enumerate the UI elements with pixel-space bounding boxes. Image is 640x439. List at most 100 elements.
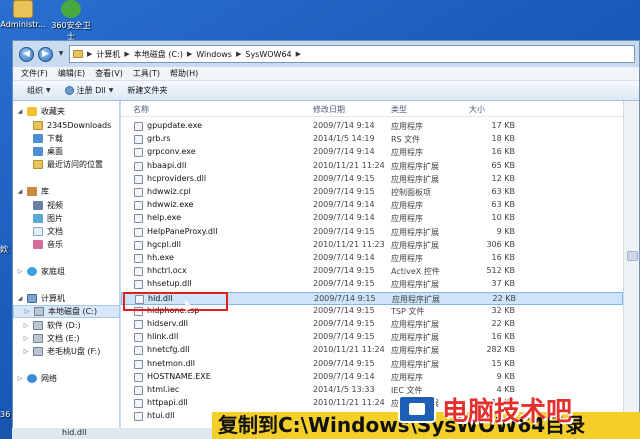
back-button[interactable]: ◀ (19, 46, 34, 62)
column-header-name[interactable]: 名称 (133, 104, 149, 115)
vertical-scrollbar[interactable] (623, 101, 639, 438)
file-name: hidserv.dll (147, 319, 188, 328)
file-row[interactable]: HelpPaneProxy.dll 2009/7/14 9:15 应用程序扩展 9 K… (121, 226, 623, 239)
menu-tools[interactable]: 工具(T) (133, 68, 160, 79)
nav-item-drive-c[interactable]: ▷ 本地磁盘 (C:) (13, 305, 120, 318)
file-name: gpupdate.exe (147, 121, 203, 130)
menu-view[interactable]: 查看(V) (95, 68, 123, 79)
file-date: 2010/11/21 11:23 (313, 239, 385, 249)
register-dll-button[interactable]: 注册 Dll ▼ (64, 85, 113, 96)
file-row[interactable]: hhctrl.ocx 2009/7/14 9:15 ActiveX 控件 512 KB (121, 265, 623, 278)
file-size: 306 KB (486, 239, 515, 249)
new-folder-button[interactable]: 新建文件夹 (127, 85, 167, 96)
address-bar[interactable]: ▶ 计算机 ▶ 本地磁盘 (C:) ▶ Windows ▶ SysWOW64 ▶ (69, 45, 635, 63)
file-date: 2009/7/14 9:15 (313, 358, 375, 368)
nav-item-drive-d[interactable]: ▷ 软件 (D:) (13, 319, 120, 332)
user-folder-icon (13, 0, 33, 18)
nav-item-drive-e[interactable]: ▷ 文档 (E:) (13, 332, 120, 345)
scrollbar-thumb[interactable] (627, 251, 638, 261)
nav-libraries[interactable]: ◢ 库 (13, 185, 120, 198)
file-row[interactable]: hidserv.dll 2009/7/14 9:15 应用程序扩展 22 KB (121, 318, 623, 331)
nav-item-desktop[interactable]: 桌面 (13, 145, 120, 158)
file-row[interactable]: hnetmon.dll 2009/7/14 9:15 应用程序扩展 15 KB (121, 358, 623, 371)
file-row[interactable]: grpconv.exe 2009/7/14 9:14 应用程序 16 KB (121, 146, 623, 159)
nav-network[interactable]: ▷ 网络 (13, 372, 120, 385)
file-size: 12 KB (491, 173, 515, 183)
menu-edit[interactable]: 编辑(E) (58, 68, 85, 79)
file-date: 2014/1/5 14:19 (313, 134, 375, 144)
menu-file[interactable]: 文件(F) (21, 68, 48, 79)
breadcrumb-computer[interactable]: 计算机 (96, 49, 120, 60)
nav-item-recent[interactable]: 最近访问的位置 (13, 158, 120, 171)
file-size: 22 KB (491, 319, 515, 328)
breadcrumb-windows[interactable]: Windows (196, 50, 232, 59)
nav-homegroup[interactable]: ▷ 家庭组 (13, 265, 120, 278)
expand-icon[interactable]: ▷ (17, 268, 23, 275)
nav-item-videos[interactable]: 视频 (13, 199, 120, 212)
file-date: 2009/7/14 9:15 (313, 173, 375, 183)
file-row[interactable]: hbaapi.dll 2010/11/21 11:24 应用程序扩展 65 KB (121, 160, 623, 173)
nav-computer[interactable]: ◢ 计算机 (13, 292, 120, 305)
nav-item-music[interactable]: 音乐 (13, 238, 120, 251)
desktop-icon-administrator[interactable]: Administr... (0, 0, 46, 29)
file-row[interactable]: grb.rs 2014/1/5 14:19 RS 文件 18 KB (121, 133, 623, 146)
menu-help[interactable]: 帮助(H) (170, 68, 198, 79)
nav-item-documents[interactable]: 文档 (13, 225, 120, 238)
file-row[interactable]: hcproviders.dll 2009/7/14 9:15 应用程序扩展 12 KB (121, 173, 623, 186)
expand-icon[interactable]: ◢ (17, 295, 23, 302)
nav-favorites[interactable]: ◢ 收藏夹 (13, 105, 120, 118)
address-row: ◀ ▶ ▼ ▶ 计算机 ▶ 本地磁盘 (C:) ▶ Windows ▶ SysWOW6… (13, 41, 639, 67)
file-row[interactable]: hh.exe 2009/7/14 9:14 应用程序 16 KB (121, 252, 623, 265)
nav-item-pictures[interactable]: 图片 (13, 212, 120, 225)
file-name: grb.rs (147, 134, 171, 144)
nav-item-drive-f[interactable]: ▷ 老毛桃U盘 (F:) (13, 345, 120, 358)
drive-icon (33, 321, 43, 330)
expand-icon[interactable]: ▷ (17, 375, 23, 382)
file-icon (134, 372, 143, 382)
column-header-size[interactable]: 大小 (469, 104, 485, 115)
column-header-type[interactable]: 类型 (391, 104, 407, 115)
desktop-label-fragment: 36 (0, 410, 11, 419)
file-size: 282 KB (486, 345, 515, 355)
file-type: 应用程序扩展 (391, 174, 439, 184)
file-row[interactable]: help.exe 2009/7/14 9:14 应用程序 10 KB (121, 212, 623, 225)
history-dropdown-icon[interactable]: ▼ (57, 48, 65, 60)
expand-icon[interactable]: ▷ (23, 348, 29, 355)
chevron-right-icon[interactable]: ▶ (124, 50, 129, 58)
forward-button[interactable]: ▶ (38, 46, 53, 62)
file-row[interactable]: hnetcfg.dll 2010/11/21 11:24 应用程序扩展 282 KB (121, 344, 623, 357)
chevron-right-icon[interactable]: ▶ (187, 50, 192, 58)
details-filename: hid.dll (62, 428, 87, 437)
desktop-label-fragment: 欸 (0, 245, 8, 254)
column-header-date[interactable]: 修改日期 (313, 104, 345, 115)
file-icon (134, 161, 143, 171)
file-type: 应用程序扩展 (391, 240, 439, 250)
file-name: hnetcfg.dll (147, 345, 190, 355)
expand-icon[interactable]: ◢ (17, 188, 23, 195)
expand-icon[interactable]: ▷ (23, 322, 29, 329)
expand-icon[interactable]: ◢ (17, 108, 23, 115)
expand-icon[interactable]: ▷ (24, 308, 30, 315)
expand-icon[interactable]: ▷ (23, 335, 29, 342)
chevron-right-icon[interactable]: ▶ (296, 50, 301, 58)
breadcrumb-drive-c[interactable]: 本地磁盘 (C:) (134, 49, 183, 60)
file-row[interactable]: hgcpl.dll 2010/11/21 11:23 应用程序扩展 306 KB (121, 239, 623, 252)
menu-bar: 文件(F) 编辑(E) 查看(V) 工具(T) 帮助(H) (13, 67, 639, 81)
file-row[interactable]: gpupdate.exe 2009/7/14 9:14 应用程序 17 KB (121, 120, 623, 133)
nav-item-2345downloads[interactable]: 2345Downloads (13, 119, 120, 132)
organize-button[interactable]: 组织 ▼ (27, 85, 51, 96)
file-size: 16 KB (491, 253, 515, 262)
file-row[interactable]: hdwwiz.cpl 2009/7/14 9:15 控制面板项 63 KB (121, 186, 623, 199)
file-row[interactable]: hlink.dll 2009/7/14 9:15 应用程序扩展 16 KB (121, 331, 623, 344)
file-row[interactable]: HOSTNAME.EXE 2009/7/14 9:14 应用程序 9 KB (121, 371, 623, 384)
file-row[interactable]: hdwwiz.exe 2009/7/14 9:14 应用程序 63 KB (121, 199, 623, 212)
file-date: 2010/11/21 11:24 (313, 345, 385, 355)
nav-item-downloads[interactable]: 下载 (13, 132, 120, 145)
breadcrumb-syswow64[interactable]: SysWOW64 (245, 50, 291, 59)
chevron-right-icon[interactable]: ▶ (87, 50, 92, 58)
chevron-right-icon[interactable]: ▶ (236, 50, 241, 58)
file-icon (134, 122, 143, 131)
file-row[interactable]: hhsetup.dll 2009/7/14 9:15 应用程序扩展 37 KB (121, 278, 623, 291)
file-type: ActiveX 控件 (391, 267, 440, 277)
desktop-icon-360[interactable]: 360安全卫士 (48, 0, 94, 42)
